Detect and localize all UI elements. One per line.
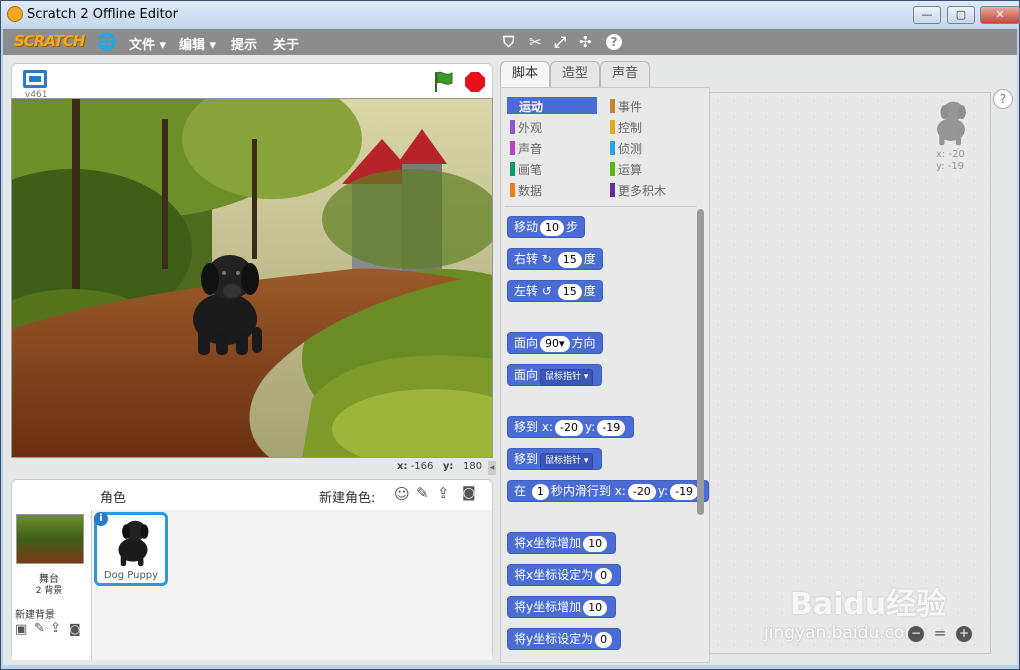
category-pen[interactable]: 画笔 — [518, 161, 542, 178]
sound-color-bar — [510, 141, 515, 155]
sprite-x-readout: x: -20 — [936, 149, 965, 160]
upload-sprite-icon[interactable]: ⇪ — [437, 484, 450, 502]
block-turn-right[interactable]: 右转 ↻ 15 度 — [507, 248, 603, 270]
paint-backdrop-icon[interactable]: ✎ — [34, 621, 45, 636]
scratch-logo[interactable]: SCRATCH — [14, 32, 85, 50]
camera-backdrop-icon[interactable]: ◙ — [69, 622, 81, 636]
category-control[interactable]: 控制 — [618, 119, 642, 136]
sprite-library-icon[interactable]: ☺ — [394, 485, 410, 503]
stop-sign-icon[interactable] — [464, 71, 486, 93]
dog-puppy-thumbnail — [118, 520, 149, 567]
mouse-coordinates: x: -166 y: 180 — [397, 461, 483, 472]
upload-backdrop-icon[interactable]: ⇪ — [50, 621, 61, 636]
category-data[interactable]: 数据 — [518, 182, 542, 199]
block-change-x[interactable]: 将x坐标增加 10 — [507, 532, 617, 554]
sprites-title: 角色 — [100, 491, 127, 506]
tab-sounds[interactable]: 声音 — [600, 61, 650, 87]
category-more-blocks[interactable]: 更多积木 — [618, 182, 666, 199]
data-color-bar — [510, 183, 515, 197]
palette-scrollbar[interactable] — [697, 209, 704, 515]
collapse-stage-arrow[interactable]: ◂ — [488, 461, 496, 475]
sensing-color-bar — [610, 141, 615, 155]
new-sprite-label: 新建角色: — [319, 491, 376, 506]
watermark-brand: Baidu经验 — [790, 587, 947, 622]
sprite-name: Dog Puppy — [103, 570, 159, 581]
stage-canvas[interactable] — [11, 98, 493, 458]
close-button[interactable]: ✕ — [980, 6, 1020, 24]
backdrop-library-icon[interactable]: ▣ — [15, 622, 27, 637]
tab-scripts[interactable]: 脚本 — [500, 61, 550, 87]
zoom-reset-icon[interactable]: = — [932, 626, 948, 642]
more-blocks-color-bar — [610, 183, 615, 197]
category-sound[interactable]: 声音 — [518, 140, 542, 157]
paint-sprite-icon[interactable]: ✎ — [416, 484, 429, 502]
block-move-steps[interactable]: 移动 10 步 — [507, 216, 586, 238]
block-glide[interactable]: 在 1 秒内滑行到 x: -20 y: -19 — [507, 480, 709, 502]
sprite-y-readout: y: -19 — [936, 161, 965, 172]
block-set-y[interactable]: 将y坐标设定为 0 — [507, 628, 622, 650]
palette-divider — [505, 206, 697, 207]
block-go-to[interactable]: 移到 鼠标指针 ▾ — [507, 448, 603, 470]
minimize-button[interactable]: — — [913, 6, 941, 24]
green-flag-icon[interactable] — [432, 70, 456, 94]
stage-thumbnail[interactable] — [16, 514, 84, 564]
camera-sprite-icon[interactable]: ◙ — [462, 485, 476, 501]
backdrops-count: 2 背景 — [35, 586, 63, 596]
sprite-tile[interactable]: i Dog Puppy — [94, 512, 168, 586]
zoom-in-icon[interactable]: + — [956, 626, 972, 642]
tab-costumes[interactable]: 造型 — [550, 61, 600, 87]
app-window: Scratch 2 Offline Editor — ▢ ✕ SCRATCH 🌐… — [0, 0, 1020, 670]
block-point-towards[interactable]: 面向 鼠标指针 ▾ — [507, 364, 603, 386]
menu-tips[interactable]: 提示 — [231, 34, 257, 53]
new-backdrop-label: 新建背景 — [15, 610, 55, 621]
block-palette: 运动 外观 声音 画笔 数据 事件 控制 侦测 运算 更多积木 移动 10 步 右转… — [500, 87, 710, 663]
pen-color-bar — [510, 162, 515, 176]
category-looks[interactable]: 外观 — [518, 119, 542, 136]
control-color-bar — [610, 120, 615, 134]
block-go-to-xy[interactable]: 移到 x: -20 y: -19 — [507, 416, 635, 438]
shrink-icon[interactable]: ✣ — [579, 33, 592, 51]
menu-edit[interactable]: 编辑 ▾ — [179, 34, 216, 53]
watermark-url: jingyan.baidu.com — [764, 623, 921, 643]
sprites-panel: 角色 新建角色: ☺ ✎ ⇪ ◙ 舞台 2 背景 新建背景 ▣ ✎ ⇪ ◙ i … — [11, 479, 493, 660]
cut-scissors-icon[interactable]: ✂ — [529, 33, 542, 51]
window-title: Scratch 2 Offline Editor — [27, 7, 178, 22]
category-events[interactable]: 事件 — [618, 98, 642, 115]
menu-bar: SCRATCH 🌐 文件 ▾ 编辑 ▾ 提示 关于 ⛉ ✂ ⤢ ✣ ? — [3, 29, 1017, 55]
title-bar: Scratch 2 Offline Editor — ▢ ✕ — [1, 1, 1020, 28]
category-operators[interactable]: 运算 — [618, 161, 642, 178]
block-turn-left[interactable]: 左转 ↺ 15 度 — [507, 280, 603, 302]
block-set-x[interactable]: 将x坐标设定为 0 — [507, 564, 622, 586]
sprite-corner-thumbnail — [937, 101, 966, 146]
sprite-list: i Dog Puppy — [92, 510, 492, 660]
grow-icon[interactable]: ⤢ — [554, 33, 566, 51]
sprite-info-icon[interactable]: i — [94, 512, 108, 526]
editor-main: v461 ◂ x: -166 y: 180 角色 新建角色: ☺ ✎ ⇪ ◙ 舞… — [3, 55, 1017, 665]
zoom-out-icon[interactable]: − — [908, 626, 924, 642]
scripts-area[interactable]: x: -20 y: -19 Baidu经验 jingyan.baidu.com … — [709, 92, 991, 654]
fullscreen-icon[interactable] — [23, 70, 47, 88]
language-globe-icon[interactable]: 🌐 — [97, 32, 117, 51]
help-icon[interactable]: ? — [606, 34, 622, 50]
scratch-cat-icon — [7, 6, 23, 22]
help-side-icon[interactable]: ? — [993, 89, 1013, 109]
menu-about[interactable]: 关于 — [273, 34, 299, 53]
events-color-bar — [610, 99, 615, 113]
category-sensing[interactable]: 侦测 — [618, 140, 642, 157]
block-point-in-direction[interactable]: 面向 90▾ 方向 — [507, 332, 603, 354]
operators-color-bar — [610, 162, 615, 176]
category-motion[interactable]: 运动 — [507, 97, 597, 114]
stage-thumbnail-panel: 舞台 2 背景 新建背景 ▣ ✎ ⇪ ◙ — [12, 510, 92, 660]
looks-color-bar — [510, 120, 515, 134]
duplicate-stamp-icon[interactable]: ⛉ — [503, 33, 514, 51]
block-change-y[interactable]: 将y坐标增加 10 — [507, 596, 617, 618]
dog-puppy-sprite[interactable] — [180, 249, 270, 359]
maximize-button[interactable]: ▢ — [947, 6, 975, 24]
menu-file[interactable]: 文件 ▾ — [129, 34, 166, 53]
